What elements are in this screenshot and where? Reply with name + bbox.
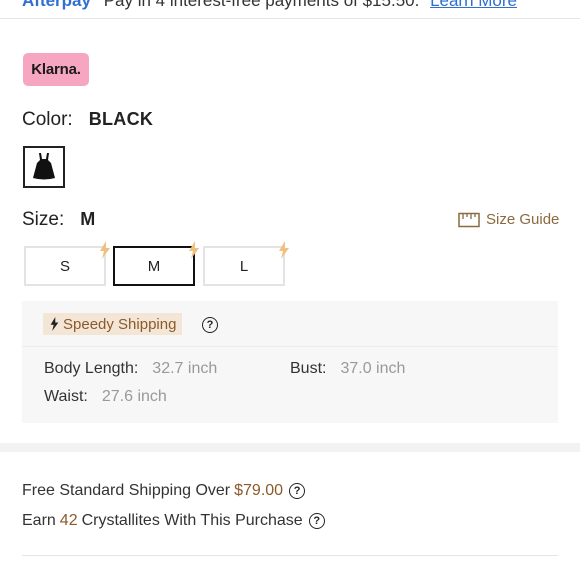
- size-option-l[interactable]: L: [203, 241, 289, 286]
- question-icon[interactable]: ?: [308, 513, 325, 529]
- ruler-icon: [458, 212, 480, 227]
- bolt-icon: [50, 317, 59, 331]
- afterpay-logo: Afterpay: [22, 0, 91, 10]
- measurement-bust: Bust: 37.0 inch: [290, 360, 405, 378]
- measurement-value: 37.0 inch: [340, 360, 406, 377]
- points-amount: 42: [59, 512, 78, 529]
- size-guide-label: Size Guide: [486, 211, 560, 228]
- size-option-label: L: [239, 257, 249, 275]
- section-divider: [0, 443, 580, 452]
- klarna-badge[interactable]: Klarna.: [23, 53, 89, 86]
- learn-more-link[interactable]: Learn More: [430, 0, 517, 10]
- pay-later-text: Pay in 4 interest-free payments of $15.5…: [103, 0, 420, 10]
- measurement-waist: Waist: 27.6 inch: [44, 388, 167, 406]
- earn-text: Earn: [22, 512, 56, 529]
- size-option-label: M: [147, 257, 161, 275]
- speedy-shipping-label: Speedy Shipping: [63, 315, 177, 333]
- pay-later-banner: Afterpay Pay in 4 interest-free payments…: [0, 0, 580, 19]
- question-icon[interactable]: ?: [202, 317, 218, 333]
- measurement-label: Bust:: [290, 360, 327, 377]
- size-option-label: S: [59, 257, 70, 275]
- free-shipping-info: Free Standard Shipping Over $79.00 ?: [22, 482, 306, 500]
- free-shipping-amount: $79.00: [234, 482, 284, 499]
- size-option-m[interactable]: M: [113, 241, 199, 286]
- bolt-icon: [279, 241, 289, 259]
- color-value: BLACK: [88, 109, 154, 129]
- measurement-value: 27.6 inch: [101, 388, 167, 405]
- color-label: Color:: [22, 109, 73, 130]
- measurement-body-length: Body Length: 32.7 inch: [44, 360, 217, 378]
- points-info: Earn 42 Crystallites With This Purchase …: [22, 512, 325, 530]
- size-label: Size:: [22, 209, 65, 230]
- speedy-shipping-tag: Speedy Shipping: [43, 313, 183, 335]
- size-value: M: [80, 209, 96, 229]
- earn-suffix: Crystallites With This Purchase: [81, 512, 303, 529]
- measurement-label: Body Length:: [44, 360, 139, 377]
- measurement-value: 32.7 inch: [152, 360, 218, 377]
- size-guide-link[interactable]: Size Guide: [458, 211, 559, 228]
- question-icon[interactable]: ?: [289, 483, 306, 499]
- bolt-icon: [189, 241, 199, 259]
- bottom-divider: [22, 555, 558, 556]
- size-option-s[interactable]: S: [24, 241, 110, 286]
- color-selector-label: Color: BLACK: [22, 109, 153, 131]
- dress-thumbnail-icon: [33, 153, 55, 180]
- size-selector-label: Size: M: [22, 209, 95, 231]
- bolt-icon: [100, 241, 110, 259]
- measurement-label: Waist:: [44, 388, 88, 405]
- free-shipping-text: Free Standard Shipping Over: [22, 482, 231, 499]
- color-swatch-black[interactable]: [23, 146, 65, 188]
